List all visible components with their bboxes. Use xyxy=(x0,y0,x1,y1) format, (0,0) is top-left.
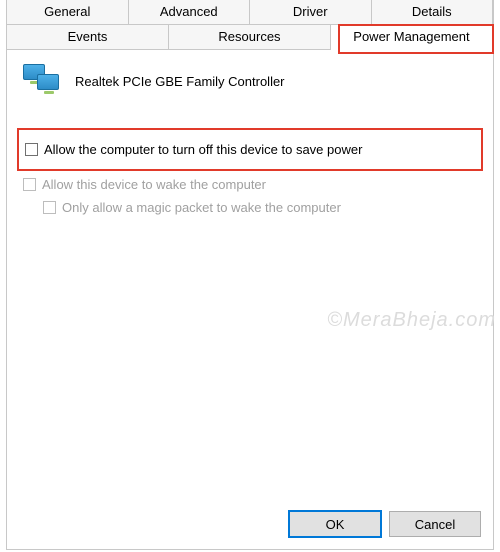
option-allow-wake: Allow this device to wake the computer xyxy=(23,173,477,196)
option-label: Allow this device to wake the computer xyxy=(42,177,266,192)
button-bar: OK Cancel xyxy=(289,511,481,537)
cancel-button[interactable]: Cancel xyxy=(389,511,481,537)
tab-strip: General Advanced Driver Details Events R… xyxy=(7,0,493,50)
tab-general[interactable]: General xyxy=(7,0,129,25)
network-adapter-icon xyxy=(23,64,63,98)
highlight-option-annotation: Allow the computer to turn off this devi… xyxy=(17,128,483,171)
option-label: Allow the computer to turn off this devi… xyxy=(44,142,362,157)
tab-content: Realtek PCIe GBE Family Controller Allow… xyxy=(7,50,493,233)
option-label: Only allow a magic packet to wake the co… xyxy=(62,200,341,215)
checkbox-allow-wake xyxy=(23,178,36,191)
properties-dialog: General Advanced Driver Details Events R… xyxy=(6,0,494,550)
option-allow-turn-off[interactable]: Allow the computer to turn off this devi… xyxy=(25,138,475,161)
tab-advanced[interactable]: Advanced xyxy=(129,0,251,25)
checkbox-magic-packet xyxy=(43,201,56,214)
device-name: Realtek PCIe GBE Family Controller xyxy=(75,74,285,89)
tab-details[interactable]: Details xyxy=(372,0,494,25)
device-header: Realtek PCIe GBE Family Controller xyxy=(23,64,477,98)
tab-events[interactable]: Events xyxy=(7,25,169,50)
ok-button[interactable]: OK xyxy=(289,511,381,537)
option-magic-packet: Only allow a magic packet to wake the co… xyxy=(23,196,477,219)
checkbox-allow-turn-off[interactable] xyxy=(25,143,38,156)
tab-power-management[interactable]: Power Management xyxy=(331,25,493,50)
tab-driver[interactable]: Driver xyxy=(250,0,372,25)
tab-resources[interactable]: Resources xyxy=(169,25,331,50)
